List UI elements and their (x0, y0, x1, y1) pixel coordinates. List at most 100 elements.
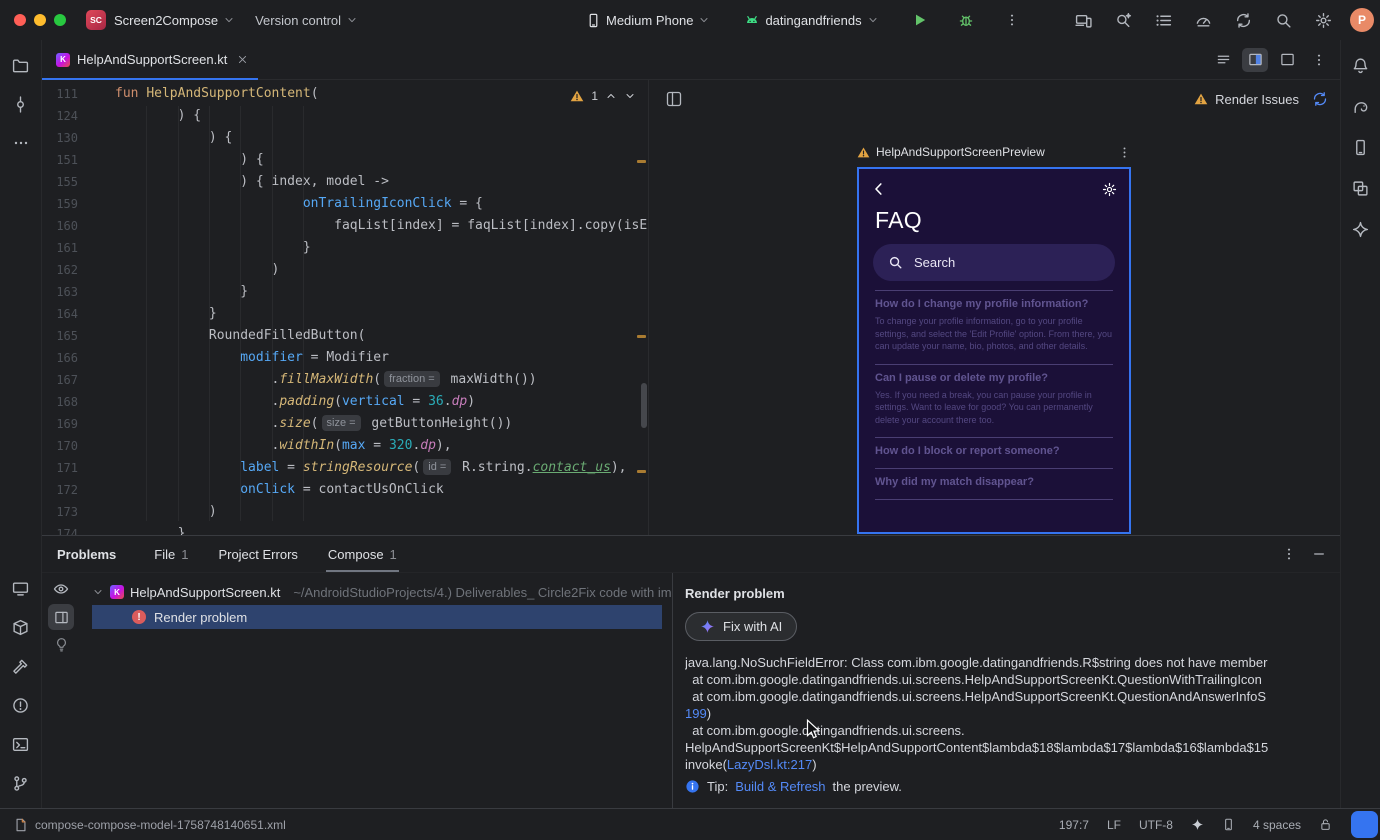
line-number[interactable]: 111 (42, 83, 78, 105)
editor-tab[interactable]: K HelpAndSupportScreen.kt (42, 40, 259, 81)
code-line[interactable]: 167 .fillMaxWidth(fraction = maxWidth()) (42, 369, 648, 391)
details-view-icon[interactable] (48, 604, 74, 630)
line-number[interactable]: 155 (42, 171, 78, 193)
device-selector[interactable]: Medium Phone (586, 13, 710, 28)
run-configuration-selector[interactable]: datingandfriends (744, 12, 878, 28)
code-line[interactable]: 159 onTrailingIconClick = { (42, 193, 648, 215)
search-icon[interactable] (1270, 7, 1296, 33)
device-status-icon[interactable] (1222, 818, 1235, 831)
task-list-icon[interactable] (1150, 7, 1176, 33)
lock-icon[interactable] (1319, 818, 1332, 831)
notifications-bell-icon[interactable] (1348, 52, 1374, 78)
split-view-icon[interactable] (1242, 47, 1268, 72)
device-explorer-tool-icon[interactable] (8, 614, 34, 640)
corner-blue-badge[interactable] (1351, 811, 1378, 838)
preview-layout-icon[interactable] (661, 86, 687, 112)
code-view-icon[interactable] (1210, 48, 1236, 72)
gemini-tool-icon[interactable] (1348, 216, 1374, 242)
code-line[interactable]: 151) { (42, 149, 648, 171)
code-line[interactable]: 173) (42, 501, 648, 523)
code-line[interactable]: 160 faqList[index] = faqList[index].copy(… (42, 215, 648, 237)
quickfix-bulb-icon[interactable] (54, 637, 69, 652)
more-actions-button[interactable] (999, 7, 1025, 33)
code-line[interactable]: 168 .padding(vertical = 36.dp) (42, 391, 648, 413)
line-number[interactable]: 161 (42, 237, 78, 259)
line-number[interactable]: 167 (42, 369, 78, 391)
line-number[interactable]: 174 (42, 523, 78, 535)
close-tab-icon[interactable] (237, 54, 248, 65)
line-number[interactable]: 159 (42, 193, 78, 215)
run-button[interactable] (907, 7, 933, 33)
running-devices-icon[interactable] (1348, 175, 1374, 201)
version-control-tool-icon[interactable] (8, 770, 34, 796)
code-line[interactable]: 111 fun HelpAndSupportContent( (42, 83, 648, 105)
code-line[interactable]: 155) { index, model -> (42, 171, 648, 193)
minimize-window-button[interactable] (34, 14, 46, 26)
code-line[interactable]: 172 onClick = contactUsOnClick (42, 479, 648, 501)
line-number[interactable]: 163 (42, 281, 78, 303)
gradle-sync-icon[interactable] (1230, 7, 1256, 33)
device-manager-tool-icon[interactable] (1348, 134, 1374, 160)
device-mirroring-icon[interactable] (1070, 7, 1096, 33)
line-number[interactable]: 160 (42, 215, 78, 237)
user-avatar[interactable]: P (1350, 8, 1374, 32)
editor-scrollbar[interactable] (641, 383, 647, 428)
code-line[interactable]: 130) { (42, 127, 648, 149)
commit-tool-icon[interactable] (8, 91, 34, 117)
line-number[interactable]: 165 (42, 325, 78, 347)
inspections-widget[interactable]: 1 (570, 89, 636, 103)
caret-position[interactable]: 197:7 (1059, 818, 1089, 832)
project-tool-icon[interactable] (8, 52, 34, 78)
problems-file-node[interactable]: K HelpAndSupportScreen.kt ~/AndroidStudi… (92, 580, 672, 604)
line-number[interactable]: 169 (42, 413, 78, 435)
code-line[interactable]: 165 RoundedFilledButton( (42, 325, 648, 347)
next-issue-icon[interactable] (624, 90, 636, 102)
render-problem-node[interactable]: ! Render problem (92, 605, 662, 629)
gradle-tool-icon[interactable] (1348, 93, 1374, 119)
more-tool-windows-icon[interactable] (8, 130, 34, 156)
line-number[interactable]: 130 (42, 127, 78, 149)
line-number[interactable]: 168 (42, 391, 78, 413)
code-line[interactable]: 162) (42, 259, 648, 281)
line-number[interactable]: 166 (42, 347, 78, 369)
problems-tool-icon[interactable] (8, 692, 34, 718)
render-issues-button[interactable]: Render Issues (1194, 92, 1299, 107)
debug-button[interactable] (953, 7, 979, 33)
running-devices-tool-icon[interactable] (8, 575, 34, 601)
stack-link[interactable]: 199 (685, 706, 707, 721)
build-tool-icon[interactable] (8, 653, 34, 679)
previous-issue-icon[interactable] (605, 90, 617, 102)
preview-eye-icon[interactable] (53, 581, 69, 597)
line-number[interactable]: 164 (42, 303, 78, 325)
tab-file[interactable]: File 1 (154, 536, 188, 572)
line-number[interactable]: 162 (42, 259, 78, 281)
code-line[interactable]: 166 modifier = Modifier (42, 347, 648, 369)
preview-more-icon[interactable] (1118, 146, 1131, 159)
code-editor[interactable]: 111 fun HelpAndSupportContent(124) {130) … (42, 80, 648, 535)
indent-setting[interactable]: 4 spaces (1253, 818, 1301, 832)
code-line[interactable]: 124) { (42, 105, 648, 127)
line-number[interactable]: 124 (42, 105, 78, 127)
line-number[interactable]: 171 (42, 457, 78, 479)
version-control-menu[interactable]: Version control (255, 13, 358, 28)
code-line[interactable]: 163} (42, 281, 648, 303)
line-number[interactable]: 170 (42, 435, 78, 457)
tab-project-errors[interactable]: Project Errors (218, 536, 297, 572)
line-number[interactable]: 172 (42, 479, 78, 501)
terminal-tool-icon[interactable] (8, 731, 34, 757)
compose-preview-frame[interactable]: FAQ Search How do I change my profile in… (857, 167, 1131, 534)
profiler-icon[interactable] (1190, 7, 1216, 33)
code-line[interactable]: 161} (42, 237, 648, 259)
chevron-down-icon[interactable] (92, 586, 104, 598)
editor-more-icon[interactable] (1306, 48, 1332, 72)
project-menu[interactable]: Screen2Compose (114, 13, 235, 28)
file-encoding[interactable]: UTF-8 (1139, 818, 1173, 832)
code-line[interactable]: 171 label = stringResource(id = R.string.… (42, 457, 648, 479)
code-line[interactable]: 174} (42, 523, 648, 535)
tab-compose[interactable]: Compose 1 (325, 536, 399, 572)
ai-search-icon[interactable] (1110, 7, 1136, 33)
build-refresh-link[interactable]: Build & Refresh (735, 779, 825, 794)
ai-spark-status-icon[interactable] (1191, 818, 1204, 831)
panel-more-icon[interactable] (1282, 547, 1296, 561)
stack-link[interactable]: LazyDsl.kt:217 (727, 757, 812, 772)
